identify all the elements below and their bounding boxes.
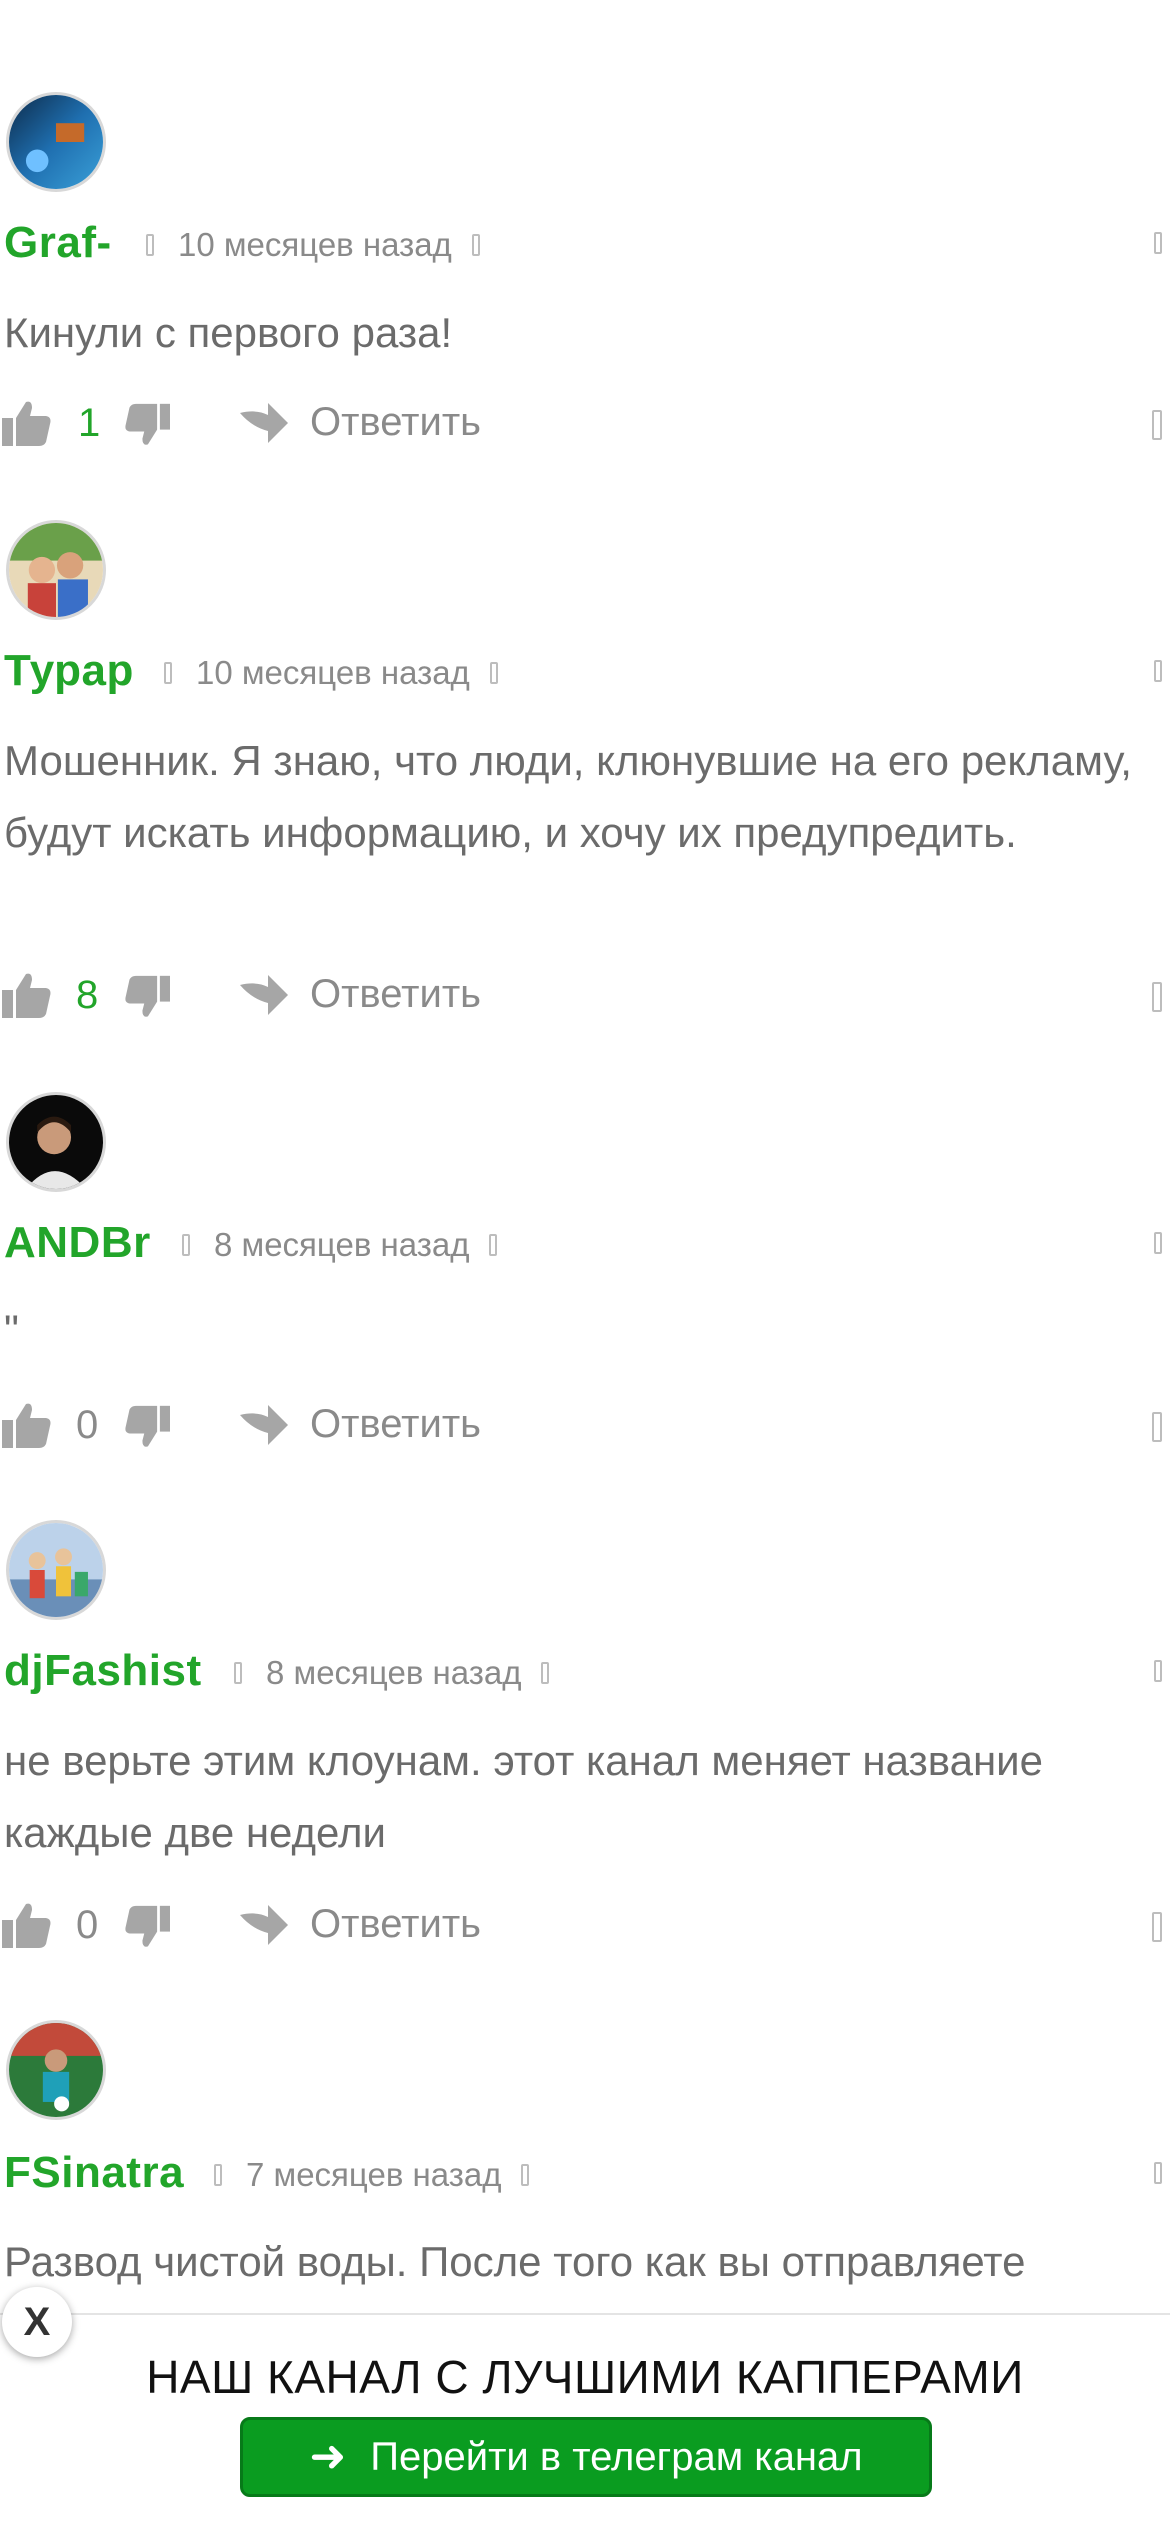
comment-actions: 0 Ответить xyxy=(0,1902,1170,1952)
comment-text: " xyxy=(4,1306,19,1353)
comment-text: Мошенник. Я знаю, что люди, клюнувшие на… xyxy=(4,737,1132,856)
thumbs-down-icon xyxy=(125,975,170,1017)
more-icon[interactable] xyxy=(1152,410,1162,440)
comment-text: не верьте этим клоунам. этот канал меняе… xyxy=(4,1737,1043,1856)
comment-time[interactable]: 7 месяцев назад xyxy=(246,2156,501,2194)
reply-button[interactable]: Ответить xyxy=(238,400,481,445)
more-icon[interactable] xyxy=(1152,1412,1162,1442)
reply-label: Ответить xyxy=(310,1902,481,1946)
reply-button[interactable]: Ответить xyxy=(238,1402,481,1447)
comment-meta: 8 месяцев назад xyxy=(182,1226,498,1264)
like-button[interactable]: 1 xyxy=(2,400,100,446)
flag-icon[interactable] xyxy=(1154,1660,1162,1682)
like-button[interactable]: 0 xyxy=(2,1402,98,1448)
comment-meta: 7 месяцев назад xyxy=(214,2156,530,2194)
thumbs-down-icon xyxy=(125,403,170,445)
dislike-button[interactable] xyxy=(124,1404,170,1450)
reply-label: Ответить xyxy=(310,1402,481,1446)
flag-icon[interactable] xyxy=(1154,232,1162,254)
link-icon[interactable] xyxy=(471,234,480,256)
promo-banner: НАШ КАНАЛ С ЛУЧШИМИ КАППЕРАМИ ➜ Перейти … xyxy=(0,2313,1170,2534)
reply-button[interactable]: Ответить xyxy=(238,972,481,1017)
more-icon[interactable] xyxy=(1152,1912,1162,1942)
like-count: 0 xyxy=(76,1402,99,1447)
link-icon[interactable] xyxy=(521,2164,530,2186)
comment-actions: 0 Ответить xyxy=(0,1402,1170,1452)
comment-actions: 1 Ответить xyxy=(0,400,1170,450)
thumbs-up-icon xyxy=(2,973,51,1018)
avatar[interactable] xyxy=(6,92,106,192)
thumbs-up-icon xyxy=(2,401,51,446)
reply-label: Ответить xyxy=(310,400,481,444)
banner-title: НАШ КАНАЛ С ЛУЧШИМИ КАППЕРАМИ xyxy=(146,2351,1024,2403)
clock-icon xyxy=(182,1234,190,1256)
telegram-channel-button[interactable]: ➜ Перейти в телеграм канал xyxy=(240,2417,932,2497)
arrow-right-icon: ➜ xyxy=(309,2432,347,2481)
thumbs-up-icon xyxy=(2,1403,51,1448)
dislike-button[interactable] xyxy=(124,974,170,1020)
flag-icon[interactable] xyxy=(1154,1232,1162,1254)
avatar[interactable] xyxy=(6,2020,106,2120)
thumbs-down-icon xyxy=(125,1905,170,1947)
comment-time[interactable]: 8 месяцев назад xyxy=(214,1226,469,1264)
clock-icon xyxy=(214,2164,222,2186)
thumbs-up-icon xyxy=(2,1903,51,1948)
clock-icon xyxy=(146,234,154,256)
like-button[interactable]: 0 xyxy=(2,1902,98,1948)
avatar[interactable] xyxy=(6,1092,106,1192)
flag-icon[interactable] xyxy=(1154,2162,1162,2184)
reply-arrow-icon xyxy=(240,974,288,1015)
avatar[interactable] xyxy=(6,1520,106,1620)
comment-meta: 8 месяцев назад xyxy=(234,1654,550,1692)
comment-author[interactable]: ANDBr xyxy=(4,1218,151,1268)
avatar[interactable] xyxy=(6,520,106,620)
dislike-button[interactable] xyxy=(124,402,170,448)
telegram-button-label: Перейти в телеграм канал xyxy=(370,2434,863,2479)
clock-icon xyxy=(164,662,172,684)
link-icon[interactable] xyxy=(489,662,498,684)
comment-text: Кинули с первого раза! xyxy=(4,309,453,356)
reply-arrow-icon xyxy=(240,1404,288,1445)
comment-time[interactable]: 10 месяцев назад xyxy=(196,654,470,692)
link-icon[interactable] xyxy=(541,1662,550,1684)
more-icon[interactable] xyxy=(1152,982,1162,1012)
close-banner-button[interactable]: X xyxy=(2,2287,72,2357)
comment-author[interactable]: FSinatra xyxy=(4,2148,184,2198)
clock-icon xyxy=(234,1662,242,1684)
comment-time[interactable]: 8 месяцев назад xyxy=(266,1654,521,1692)
reply-arrow-icon xyxy=(240,402,288,443)
comment-text: Развод чистой воды. После того как вы от… xyxy=(4,2238,1026,2285)
like-button[interactable]: 8 xyxy=(2,972,98,1018)
comment-author[interactable]: Турар xyxy=(4,646,134,696)
flag-icon[interactable] xyxy=(1154,660,1162,682)
like-count: 1 xyxy=(78,400,101,445)
reply-button[interactable]: Ответить xyxy=(238,1902,481,1947)
reply-arrow-icon xyxy=(240,1904,288,1945)
reply-label: Ответить xyxy=(310,972,481,1016)
thumbs-down-icon xyxy=(125,1405,170,1447)
comment-actions: 8 Ответить xyxy=(0,972,1170,1022)
comment-meta: 10 месяцев назад xyxy=(146,226,480,264)
like-count: 0 xyxy=(76,1902,99,1947)
link-icon[interactable] xyxy=(489,1234,498,1256)
like-count: 8 xyxy=(76,972,99,1017)
comment-time[interactable]: 10 месяцев назад xyxy=(178,226,452,264)
dislike-button[interactable] xyxy=(124,1904,170,1950)
comment-author[interactable]: Graf- xyxy=(4,218,112,268)
comment-meta: 10 месяцев назад xyxy=(164,654,498,692)
comment-author[interactable]: djFashist xyxy=(4,1646,202,1696)
